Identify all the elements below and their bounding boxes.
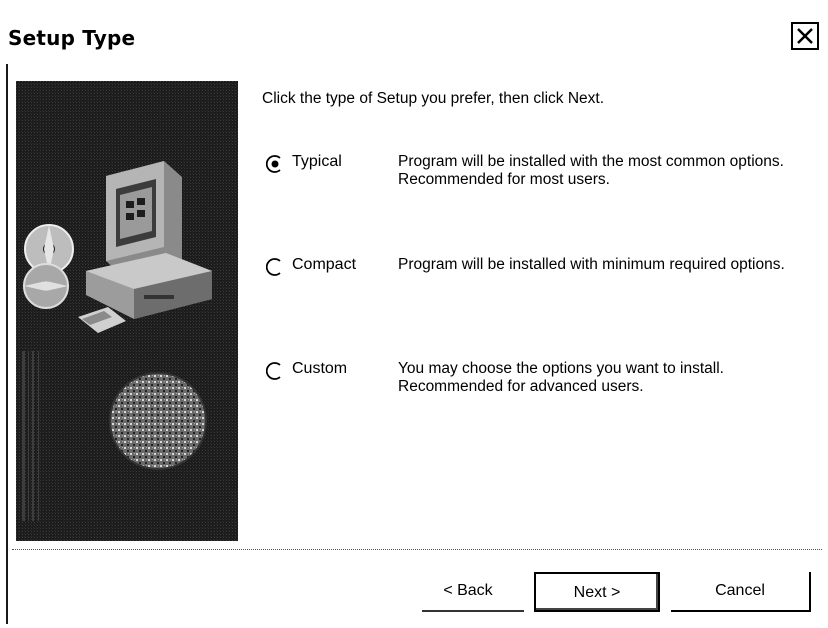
window-left-border <box>6 64 8 624</box>
cd-icon <box>23 224 74 309</box>
radio-icon[interactable] <box>265 362 284 380</box>
back-button-label: < Back <box>443 582 493 599</box>
radio-icon[interactable] <box>265 258 284 276</box>
option-label[interactable]: Typical <box>292 153 342 171</box>
title-bar: Setup Type <box>0 22 828 64</box>
cancel-button[interactable]: Cancel <box>671 572 811 612</box>
option-description: You may choose the options you want to i… <box>398 360 724 395</box>
separator-line <box>12 549 822 550</box>
close-button[interactable] <box>791 22 819 50</box>
option-label[interactable]: Custom <box>292 360 347 378</box>
setup-dialog: Setup Type Click the type of Setup you p… <box>0 0 828 628</box>
cancel-button-label: Cancel <box>715 582 765 599</box>
window-title: Setup Type <box>8 26 136 50</box>
next-button[interactable]: Next > <box>534 572 660 612</box>
back-button[interactable]: < Back <box>410 572 526 612</box>
option-label[interactable]: Compact <box>292 256 356 274</box>
option-description: Program will be installed with minimum r… <box>398 256 785 273</box>
close-icon <box>797 28 813 44</box>
radio-icon[interactable] <box>265 155 284 173</box>
instruction-text: Click the type of Setup you prefer, then… <box>262 90 605 107</box>
option-description: Program will be installed with the most … <box>398 153 784 188</box>
next-button-label: Next > <box>573 584 621 601</box>
setup-illustration <box>16 81 238 541</box>
